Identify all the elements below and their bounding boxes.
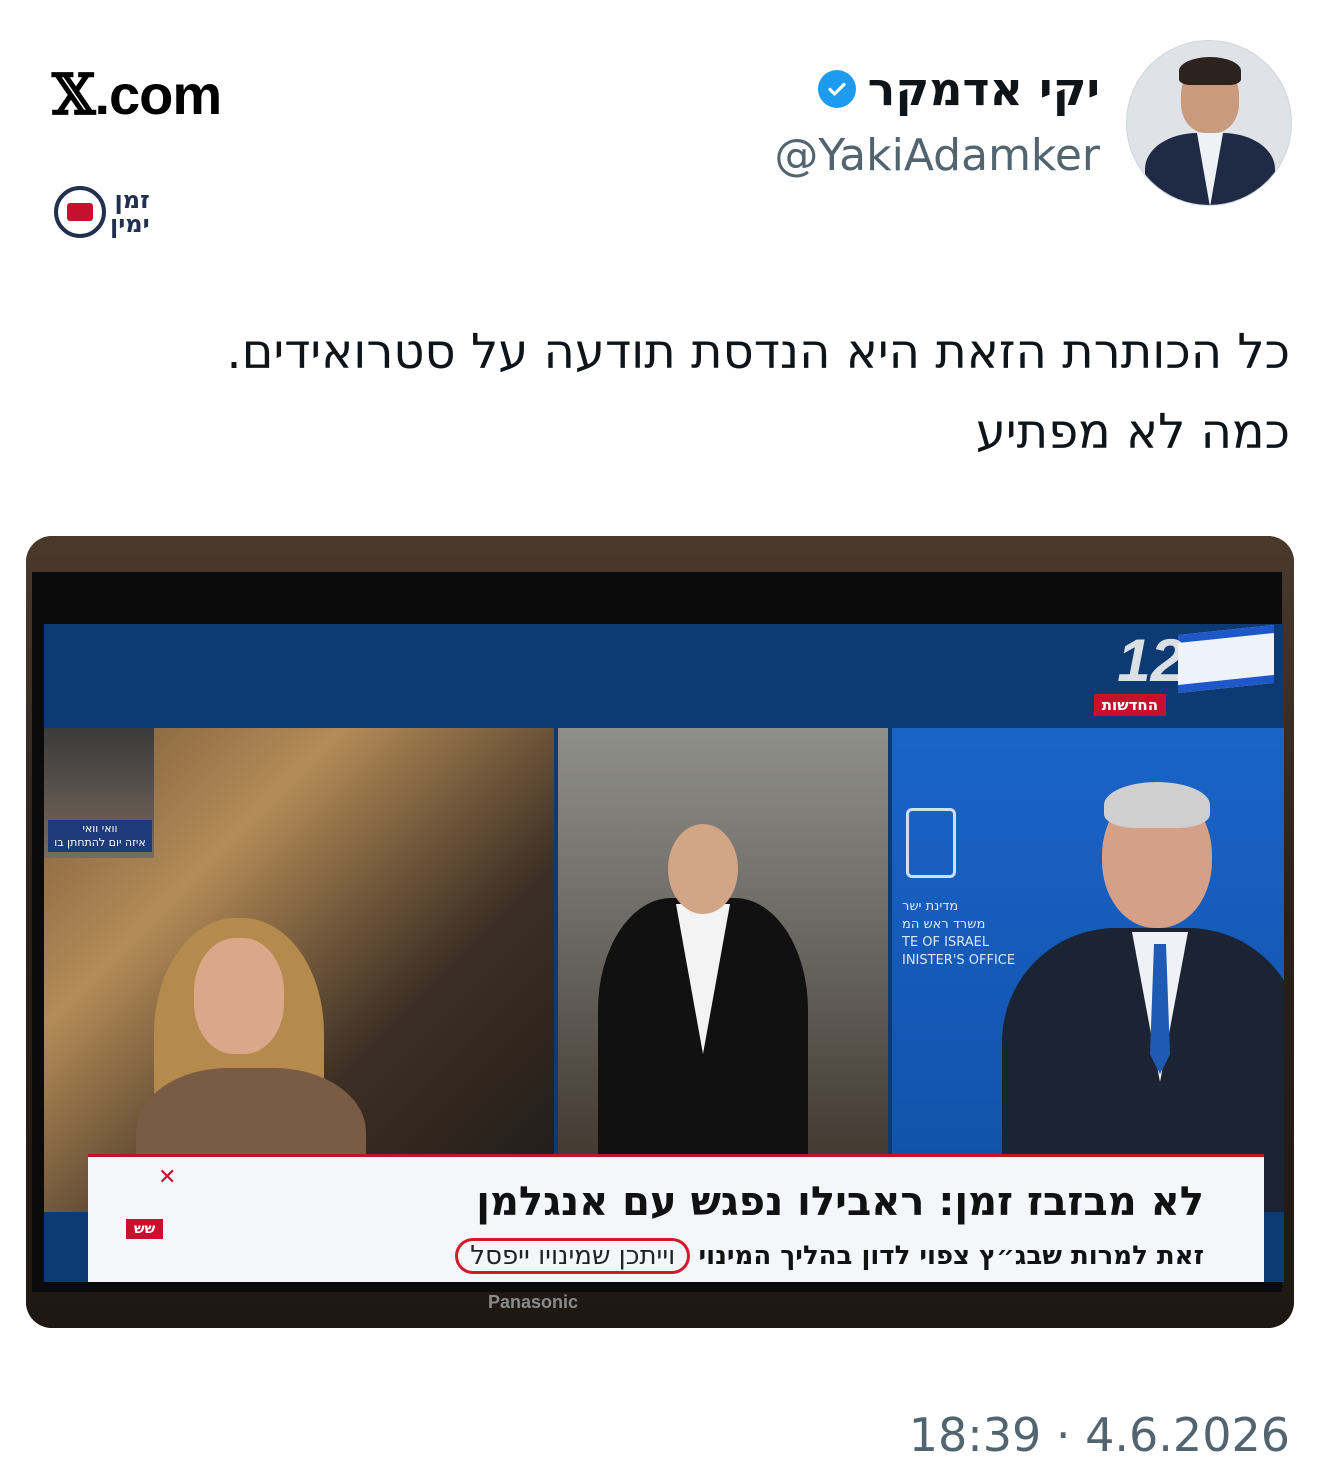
watermark-line2: ימין	[110, 210, 150, 238]
tweet-line-2: כמה לא מפתיע	[975, 404, 1290, 460]
israel-flag-icon	[1178, 624, 1274, 694]
author-handle[interactable]: @YakiAdamker	[774, 130, 1100, 181]
watermark-logo: זמן ימין	[54, 186, 150, 238]
author-avatar[interactable]	[1126, 40, 1292, 206]
ticker-channel-tag: שש	[126, 1219, 164, 1239]
ticker-logo-icon: ✕	[158, 1165, 177, 1190]
megaphone-icon	[54, 186, 106, 238]
tweet-timestamp[interactable]: 18:39 · 4.6.2026	[909, 1408, 1290, 1462]
judge-panel	[558, 728, 888, 1212]
tweet-line-1: כל הכותרת הזאת היא הנדסת תודעה על סטרואי…	[226, 324, 1290, 380]
news-ticker: ✕ שש לא מבזבז זמן: ראבילו נפגש עם אנגלמן…	[88, 1154, 1264, 1282]
tv-brand: Panasonic	[488, 1292, 579, 1312]
author-name-text: יקי אדמקר	[867, 62, 1100, 116]
tweet-text: כל הכותרת הזאת היא הנדסת תודעה על סטרואי…	[30, 312, 1290, 472]
pm-office-text: מדינת ישר משרד ראש המ TE OF ISRAEL INIST…	[902, 899, 1016, 968]
mini-tag-line1: וואי וואי	[82, 822, 118, 835]
tv-screen: 12 החדשות וואי וואי איזה יום להתחתן בו מ…	[44, 624, 1284, 1282]
ticker-subline: זאת למרות שבג״ץ צפוי לדון בהליך המינוי ו…	[455, 1238, 1204, 1274]
channel-logo: 12	[1117, 627, 1184, 694]
anchor-panel: וואי וואי איזה יום להתחתן בו	[44, 728, 554, 1212]
channel-tag: החדשות	[1093, 694, 1166, 716]
watermark-line1: זמן	[114, 186, 150, 214]
verified-badge-icon	[817, 70, 856, 108]
tv-frame: 12 החדשות וואי וואי איזה יום להתחתן בו מ…	[32, 572, 1284, 1292]
author-name[interactable]: יקי אדמקר	[817, 62, 1100, 116]
pm-panel: מדינת ישר משרד ראש המ TE OF ISRAEL INIST…	[892, 728, 1284, 1212]
ticker-headline: לא מבזבז זמן: ראבילו נפגש עם אנגלמן	[476, 1179, 1204, 1225]
x-logo: 𝕏.com	[52, 62, 222, 128]
menorah-emblem-icon	[906, 808, 956, 878]
ticker-sub-prefix: זאת למרות שבג״ץ צפוי לדון בהליך המינוי	[698, 1241, 1204, 1271]
tweet-photo[interactable]: 12 החדשות וואי וואי איזה יום להתחתן בו מ…	[26, 536, 1294, 1328]
mini-inset: וואי וואי איזה יום להתחתן בו	[44, 728, 154, 858]
ticker-highlight-circle: וייתכן שמינויו ייפסל	[455, 1238, 691, 1274]
mini-tag-line2: איזה יום להתחתן בו	[54, 836, 146, 849]
